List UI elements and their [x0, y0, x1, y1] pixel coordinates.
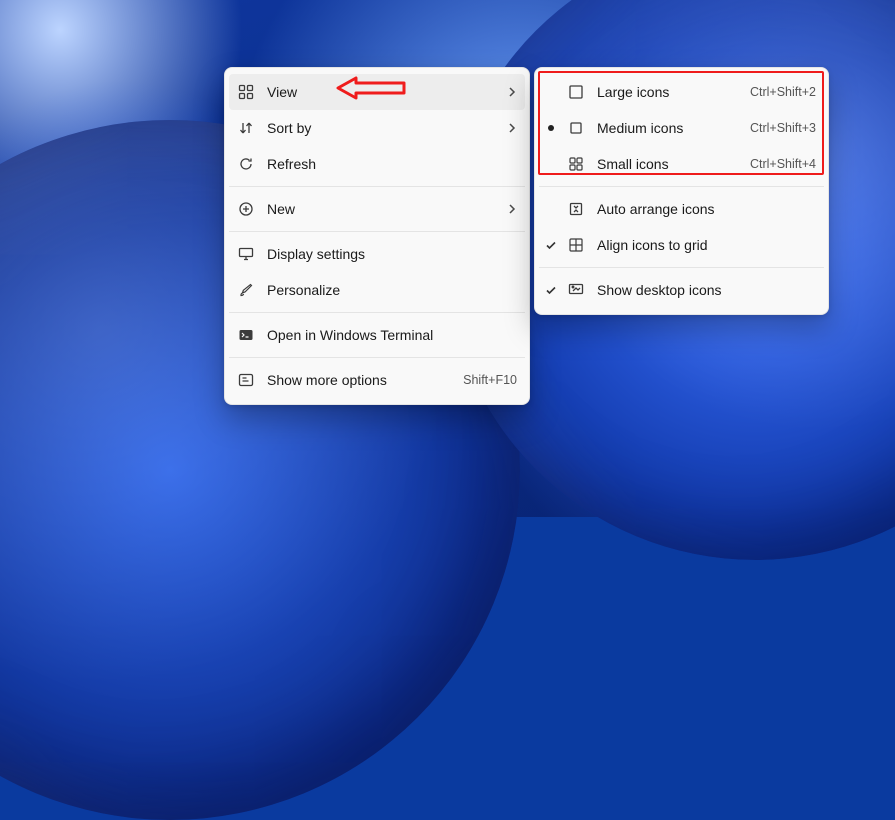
menu-item-label: Show desktop icons: [597, 282, 816, 298]
menu-separator: [229, 357, 525, 358]
menu-item-refresh[interactable]: Refresh: [225, 146, 529, 182]
menu-separator: [539, 267, 824, 268]
menu-item-label: Show more options: [267, 372, 453, 388]
submenu-item-align-to-grid[interactable]: Align icons to grid: [535, 227, 828, 263]
more-options-icon: [237, 371, 255, 389]
menu-item-accelerator: Ctrl+Shift+3: [750, 121, 816, 135]
menu-item-label: Open in Windows Terminal: [267, 327, 517, 343]
menu-item-label: Align icons to grid: [597, 237, 816, 253]
menu-item-view[interactable]: View: [229, 74, 525, 110]
medium-square-icon: [567, 119, 585, 137]
large-square-icon: [567, 83, 585, 101]
auto-arrange-icon: [567, 200, 585, 218]
menu-item-label: Medium icons: [597, 120, 740, 136]
menu-item-label: Small icons: [597, 156, 740, 172]
menu-item-label: Refresh: [267, 156, 517, 172]
submenu-item-auto-arrange[interactable]: Auto arrange icons: [535, 191, 828, 227]
menu-separator: [229, 186, 525, 187]
menu-item-show-more-options[interactable]: Show more options Shift+F10: [225, 362, 529, 398]
radio-selected-icon: [548, 125, 554, 131]
menu-item-label: Personalize: [267, 282, 517, 298]
align-grid-icon: [567, 236, 585, 254]
view-submenu: Large icons Ctrl+Shift+2 Medium icons Ct…: [534, 67, 829, 315]
menu-item-sort-by[interactable]: Sort by: [225, 110, 529, 146]
brush-icon: [237, 281, 255, 299]
grid-icon: [237, 83, 255, 101]
plus-circle-icon: [237, 200, 255, 218]
submenu-item-small-icons[interactable]: Small icons Ctrl+Shift+4: [535, 146, 828, 182]
small-grid-icon: [567, 155, 585, 173]
desktop-icon: [567, 281, 585, 299]
monitor-icon: [237, 245, 255, 263]
menu-item-label: Auto arrange icons: [597, 201, 816, 217]
menu-item-new[interactable]: New: [225, 191, 529, 227]
menu-item-label: New: [267, 201, 507, 217]
chevron-right-icon: [507, 86, 517, 98]
refresh-icon: [237, 155, 255, 173]
menu-separator: [229, 231, 525, 232]
menu-item-accelerator: Ctrl+Shift+4: [750, 157, 816, 171]
menu-item-accelerator: Shift+F10: [463, 373, 517, 387]
check-icon: [545, 239, 559, 251]
menu-item-accelerator: Ctrl+Shift+2: [750, 85, 816, 99]
menu-separator: [539, 186, 824, 187]
desktop-context-menu: View Sort by Refresh New: [224, 67, 530, 405]
submenu-item-medium-icons[interactable]: Medium icons Ctrl+Shift+3: [535, 110, 828, 146]
menu-separator: [229, 312, 525, 313]
submenu-item-large-icons[interactable]: Large icons Ctrl+Shift+2: [535, 74, 828, 110]
menu-item-label: Large icons: [597, 84, 740, 100]
menu-item-label: Display settings: [267, 246, 517, 262]
check-icon: [545, 284, 559, 296]
menu-item-label: Sort by: [267, 120, 507, 136]
menu-item-display-settings[interactable]: Display settings: [225, 236, 529, 272]
menu-item-personalize[interactable]: Personalize: [225, 272, 529, 308]
submenu-item-show-desktop-icons[interactable]: Show desktop icons: [535, 272, 828, 308]
menu-item-open-terminal[interactable]: Open in Windows Terminal: [225, 317, 529, 353]
menu-item-label: View: [267, 84, 507, 100]
sort-icon: [237, 119, 255, 137]
terminal-icon: [237, 326, 255, 344]
chevron-right-icon: [507, 122, 517, 134]
chevron-right-icon: [507, 203, 517, 215]
